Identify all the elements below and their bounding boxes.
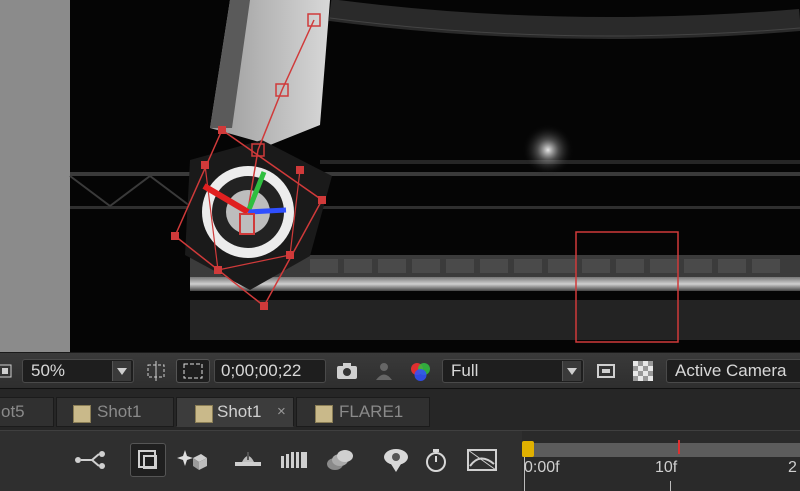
shy-layers-button[interactable]	[174, 443, 210, 477]
tab-shot5[interactable]: ot5	[0, 397, 54, 427]
composition-swatch-icon	[195, 405, 213, 423]
sparkle-cube-icon	[177, 450, 207, 470]
tab-label: Shot1	[97, 402, 142, 421]
person-icon	[376, 363, 392, 380]
auto-keyframe-button[interactable]	[378, 443, 414, 477]
graph-editor-button[interactable]	[464, 443, 500, 477]
fast-previews-button[interactable]	[592, 359, 620, 383]
motion-blur-icon	[281, 452, 307, 468]
preview-icon	[0, 364, 12, 378]
draft-3d-icon	[138, 450, 157, 469]
transparency-grid-button[interactable]	[628, 359, 658, 383]
viewer-scene	[69, 0, 800, 352]
lightbulb-eye-icon	[384, 449, 408, 472]
timecode: 0;00;00;22	[221, 361, 302, 380]
tab-flare1[interactable]: FLARE1	[296, 397, 430, 427]
close-icon[interactable]: ×	[277, 398, 286, 426]
frame-blending-icon	[235, 452, 261, 466]
timeline-header: 0:00f 10f 2	[0, 430, 800, 491]
camera-icon	[337, 363, 357, 379]
toggle-transparency-button[interactable]	[176, 359, 210, 383]
viewer-toolbar: 50% 0;00;00;22 Full Active Camera	[0, 352, 800, 389]
region-of-interest-icon	[147, 361, 165, 381]
magnification-dropdown[interactable]: 50%	[22, 359, 134, 383]
flowchart-icon	[75, 451, 105, 469]
work-area-start-handle[interactable]	[522, 441, 534, 457]
rgb-channels-icon	[411, 363, 430, 381]
tab-label: ot5	[1, 402, 25, 421]
brainstorm-button[interactable]	[322, 443, 358, 477]
timeline-tab-bar: ot5 Shot1 Shot1 × FLARE1	[0, 388, 800, 431]
ruler-label: 10f	[655, 459, 678, 476]
tab-shot1-active[interactable]: Shot1 ×	[176, 397, 294, 427]
safe-margins-icon	[183, 363, 203, 379]
window-icon	[597, 364, 615, 378]
3d-view-dropdown[interactable]: Active Camera	[666, 359, 800, 383]
chevron-down-icon	[112, 361, 131, 381]
take-snapshot-button[interactable]	[334, 359, 360, 383]
show-channel-button[interactable]	[406, 359, 436, 383]
magnification-value: 50%	[31, 361, 66, 380]
composition-swatch-icon	[315, 405, 333, 423]
ruler-label: 2	[788, 459, 797, 476]
stopwatch-icon	[426, 449, 446, 472]
graph-editor-keyframe-button[interactable]	[418, 443, 454, 477]
chevron-down-icon	[562, 361, 581, 381]
always-preview-toggle[interactable]	[0, 359, 16, 383]
work-area-bar[interactable]	[522, 443, 800, 457]
draft-3d-button[interactable]	[130, 443, 166, 477]
time-ruler[interactable]: 0:00f 10f 2	[522, 431, 800, 491]
tab-label: FLARE1	[339, 402, 404, 421]
composition-swatch-icon	[73, 405, 91, 423]
composition-viewer[interactable]	[0, 0, 800, 352]
ruler-label: 0:00f	[524, 459, 560, 476]
show-snapshot-button[interactable]	[372, 359, 396, 383]
checkerboard-icon	[633, 361, 653, 381]
composition-mini-flowchart-button[interactable]	[72, 443, 108, 477]
camera-view-value: Active Camera	[675, 361, 787, 380]
region-of-interest-button[interactable]	[140, 359, 172, 383]
resolution-dropdown[interactable]: Full	[442, 359, 584, 383]
graph-editor-icon	[467, 449, 497, 471]
current-time-field[interactable]: 0;00;00;22	[214, 359, 326, 383]
frame-blending-button[interactable]	[230, 443, 266, 477]
motion-blur-button[interactable]	[276, 443, 312, 477]
resolution-value: Full	[451, 361, 479, 380]
current-time-indicator[interactable]	[678, 440, 680, 454]
stacked-ovals-icon	[327, 450, 353, 470]
tab-label: Shot1	[217, 402, 262, 421]
tab-shot1[interactable]: Shot1	[56, 397, 174, 427]
